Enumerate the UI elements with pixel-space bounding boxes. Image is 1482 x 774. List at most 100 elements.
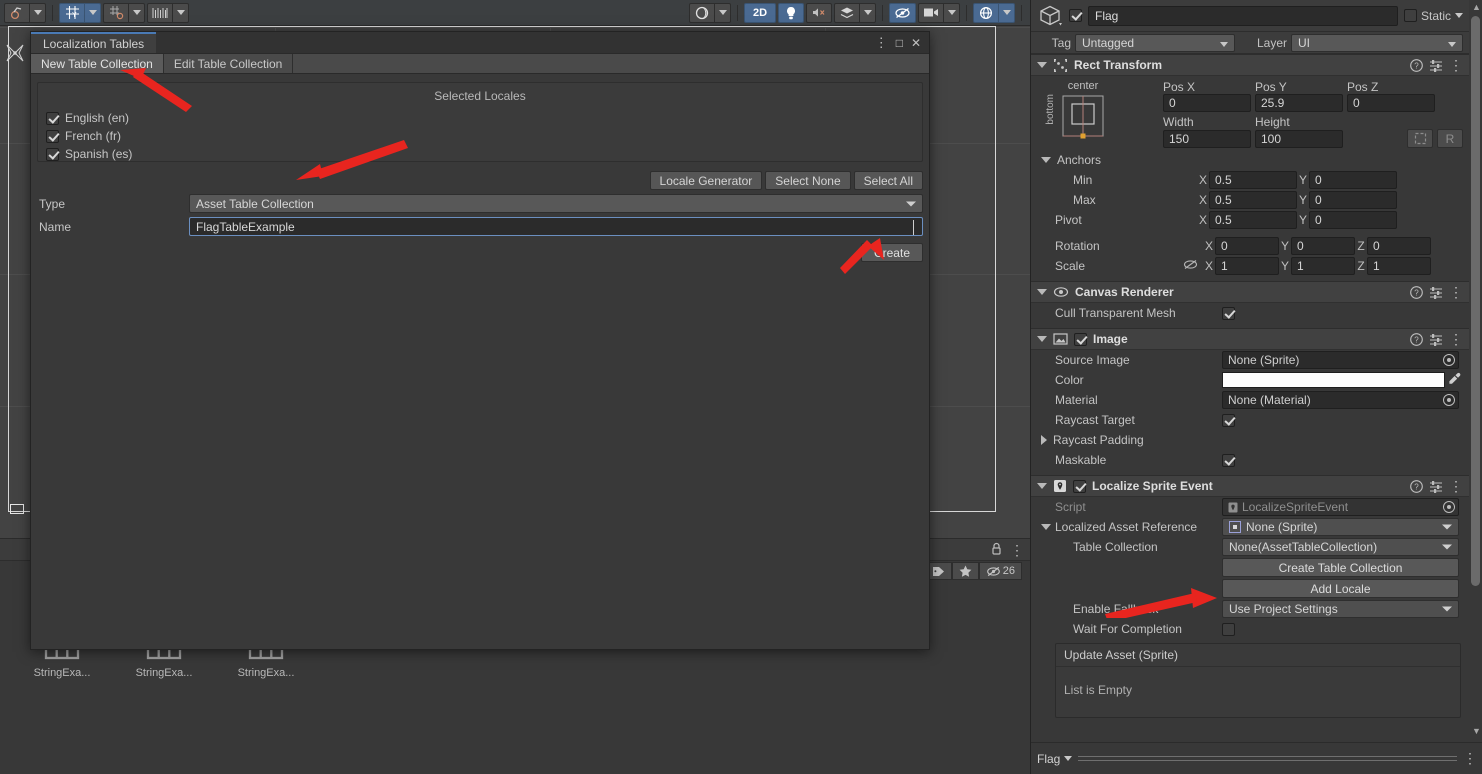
camera-toggle[interactable] [918, 2, 944, 23]
preset-icon[interactable] [1429, 59, 1443, 72]
component-header-image[interactable]: Image ? ⋮ [1031, 328, 1469, 350]
layer-dropdown[interactable]: UI [1291, 33, 1463, 52]
tag-dropdown[interactable]: Untagged [1075, 33, 1235, 52]
object-picker-icon[interactable] [1443, 354, 1455, 366]
source-image-objectfield[interactable]: None (Sprite) [1222, 351, 1459, 369]
tab-new-table-collection[interactable]: New Table Collection [31, 54, 164, 73]
pivot-y-input[interactable]: 0 [1309, 211, 1397, 229]
enable-fallback-dropdown[interactable]: Use Project Settings [1222, 600, 1459, 618]
pivot-dropdown[interactable] [30, 2, 46, 23]
locale-row-spanish[interactable]: Spanish (es) [46, 145, 914, 163]
anchor-max-y-input[interactable]: 0 [1309, 191, 1397, 209]
2d-toggle[interactable]: 2D [744, 2, 776, 23]
anchor-preset-preview[interactable]: bottom center [1037, 80, 1157, 148]
width-input[interactable]: 150 [1163, 129, 1251, 148]
window-menu-icon[interactable]: ⋮ [875, 35, 888, 51]
gameobject-enabled-checkbox[interactable] [1069, 9, 1082, 22]
raw-edit-button[interactable]: R [1437, 129, 1463, 148]
table-collection-dropdown[interactable]: None(AssetTableCollection) [1222, 538, 1459, 556]
grid-snap-toggle[interactable]: Y [59, 2, 85, 23]
kebab-menu-icon[interactable]: ⋮ [1449, 478, 1463, 495]
lighting-toggle[interactable] [778, 2, 804, 23]
component-header-rect-transform[interactable]: Rect Transform ? ⋮ [1031, 54, 1469, 76]
scroll-down-arrow-icon[interactable]: ▼ [1472, 726, 1481, 736]
type-dropdown[interactable]: Asset Table Collection [189, 194, 923, 213]
foldout-icon[interactable] [1041, 157, 1051, 163]
hidden-count-button[interactable]: 26 [978, 562, 1022, 580]
foldout-icon[interactable] [1037, 289, 1047, 295]
pos-z-input[interactable]: 0 [1347, 94, 1435, 112]
effects-dropdown[interactable] [860, 2, 876, 23]
tab-edit-table-collection[interactable]: Edit Table Collection [163, 54, 294, 73]
gameobject-name-input[interactable]: Flag [1088, 5, 1398, 26]
localize-sprite-event-enabled-checkbox[interactable] [1073, 479, 1086, 493]
shading-dropdown[interactable] [715, 2, 731, 23]
cull-transparent-mesh-checkbox[interactable] [1222, 306, 1235, 320]
scroll-up-arrow-icon[interactable]: ▲ [1472, 2, 1481, 12]
create-table-collection-button[interactable]: Create Table Collection [1222, 558, 1459, 577]
maskable-checkbox[interactable] [1222, 453, 1235, 467]
locale-checkbox-french[interactable] [46, 129, 59, 143]
scale-y-input[interactable]: 1 [1291, 257, 1355, 275]
blueprint-mode-button[interactable] [1407, 129, 1433, 148]
scene-visibility-toggle[interactable] [889, 2, 916, 23]
rect-handle[interactable] [10, 504, 24, 514]
component-header-canvas-renderer[interactable]: Canvas Renderer ? ⋮ [1031, 281, 1469, 303]
lock-icon[interactable] [991, 542, 1002, 558]
preset-icon[interactable] [1429, 333, 1443, 346]
kebab-menu-icon[interactable]: ⋮ [1449, 284, 1463, 301]
static-checkbox[interactable] [1403, 9, 1417, 22]
kebab-menu-icon[interactable]: ⋮ [1449, 57, 1463, 74]
anchors-foldout-row[interactable]: Anchors [1031, 150, 1469, 170]
component-header-localize-sprite-event[interactable]: Localize Sprite Event ? ⋮ [1031, 475, 1469, 497]
locale-row-french[interactable]: French (fr) [46, 127, 914, 145]
foldout-icon[interactable] [1037, 62, 1047, 68]
help-icon[interactable]: ? [1410, 332, 1423, 346]
static-dropdown-chevron-down-icon[interactable] [1455, 13, 1463, 18]
inspector-scrollbar-thumb[interactable] [1471, 16, 1480, 586]
locale-checkbox-english[interactable] [46, 111, 59, 125]
shading-mode-button[interactable] [689, 2, 715, 23]
color-swatch[interactable] [1222, 372, 1445, 388]
window-maximize-icon[interactable]: □ [896, 36, 903, 50]
favorite-filter-button[interactable] [951, 562, 979, 580]
add-locale-button[interactable]: Add Locale [1222, 579, 1459, 598]
kebab-menu-icon[interactable]: ⋮ [1010, 543, 1024, 557]
object-picker-icon[interactable] [1443, 394, 1455, 406]
locale-generator-button[interactable]: Locale Generator [649, 171, 763, 190]
help-icon[interactable]: ? [1410, 58, 1423, 72]
footer-kebab-menu-icon[interactable]: ⋮ [1463, 750, 1477, 767]
pivot-x-input[interactable]: 0.5 [1209, 211, 1297, 229]
locale-checkbox-spanish[interactable] [46, 147, 59, 161]
select-all-button[interactable]: Select All [853, 171, 923, 190]
foldout-icon[interactable] [1037, 336, 1047, 342]
grid-snap-dropdown[interactable] [85, 2, 101, 23]
foldout-icon[interactable] [1041, 524, 1051, 530]
snap-increment-dropdown[interactable] [129, 2, 145, 23]
foldout-icon[interactable] [1041, 435, 1047, 445]
material-objectfield[interactable]: None (Material) [1222, 391, 1459, 409]
ruler-dropdown[interactable] [173, 2, 189, 23]
preset-icon[interactable] [1429, 480, 1443, 493]
wait-for-completion-checkbox[interactable] [1222, 622, 1235, 636]
create-button[interactable]: Create [860, 243, 923, 262]
tab-localization-tables[interactable]: Localization Tables [31, 32, 157, 53]
select-none-button[interactable]: Select None [765, 171, 851, 190]
scale-x-input[interactable]: 1 [1215, 257, 1279, 275]
localized-asset-reference-dropdown[interactable]: None (Sprite) [1222, 518, 1459, 536]
gizmos-toggle[interactable] [973, 2, 999, 23]
help-icon[interactable]: ? [1410, 479, 1423, 493]
locale-row-english[interactable]: English (en) [46, 109, 914, 127]
anchor-max-x-input[interactable]: 0.5 [1209, 191, 1297, 209]
raycast-padding-row[interactable]: Raycast Padding [1031, 430, 1469, 450]
help-icon[interactable]: ? [1410, 285, 1423, 299]
camera-dropdown[interactable] [944, 2, 960, 23]
gizmos-dropdown[interactable] [999, 2, 1015, 23]
inspector-scrollbar[interactable]: ▲ ▼ [1470, 2, 1481, 736]
rotation-x-input[interactable]: 0 [1215, 237, 1279, 255]
rotation-y-input[interactable]: 0 [1291, 237, 1355, 255]
footer-asset-dropdown[interactable]: Flag [1037, 752, 1073, 766]
foldout-icon[interactable] [1037, 483, 1047, 489]
rotation-z-input[interactable]: 0 [1367, 237, 1431, 255]
name-input[interactable]: FlagTableExample [189, 217, 923, 236]
